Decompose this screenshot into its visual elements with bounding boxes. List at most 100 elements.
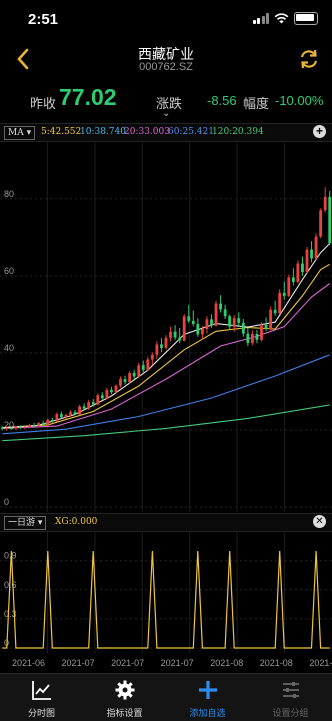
candle-body — [219, 303, 222, 310]
candle-body — [46, 419, 50, 425]
candle-body — [223, 309, 227, 317]
candle-body — [241, 322, 245, 334]
y-tick-label: 0.9 — [4, 551, 17, 561]
x-tick-label: 2021-0 — [309, 658, 332, 668]
candle-body — [9, 428, 13, 430]
add-indicator-button[interactable]: + — [313, 125, 326, 138]
candle-body — [160, 344, 163, 348]
candle-body — [210, 319, 213, 326]
candle-body — [64, 414, 68, 418]
tab-timeshare[interactable]: 分时图 — [0, 674, 83, 721]
candle-body — [28, 424, 31, 427]
refresh-icon — [300, 49, 318, 69]
candle-body — [82, 406, 86, 409]
candle-body — [237, 318, 241, 323]
sub-indicator-label: 一日游 — [8, 518, 36, 528]
candle-body — [132, 372, 136, 377]
bottom-tab-bar: 分时图 指标设置 添加自选 设置分组 — [0, 673, 332, 721]
status-icons — [252, 12, 318, 25]
chevron-down-icon[interactable]: ⌄ — [162, 108, 170, 119]
prev-close-value: 77.02 — [59, 84, 117, 110]
candle-body — [110, 389, 113, 393]
candle-body — [319, 210, 323, 237]
ma10-value: 10:38.740 — [80, 127, 126, 137]
candle-body — [287, 277, 291, 296]
x-tick-label: 2021-08 — [260, 658, 293, 668]
sliders-icon — [282, 682, 299, 698]
ma120-line — [2, 404, 330, 442]
tab-add-watchlist[interactable]: 添加自选 — [166, 674, 249, 721]
close-indicator-button[interactable]: ✕ — [313, 515, 326, 528]
refresh-button[interactable] — [296, 46, 322, 72]
ma20-value: 20:33.003 — [124, 127, 170, 137]
candle-body — [260, 324, 263, 340]
candle-body — [191, 320, 195, 324]
candle-body — [23, 426, 27, 428]
wifi-icon — [274, 13, 289, 24]
tab-label: 设置分组 — [272, 708, 309, 718]
pct-value: -10.00% — [275, 93, 324, 108]
stock-code: 000762.SZ — [139, 61, 193, 73]
y-tick-label: 80 — [4, 189, 14, 199]
x-tick-label: 2021-07 — [62, 658, 95, 668]
candle-body — [301, 263, 304, 272]
candle-body — [214, 303, 218, 326]
candle-body — [37, 423, 41, 426]
candle-body — [123, 379, 127, 383]
candle-body — [246, 333, 250, 343]
candle-body — [128, 372, 132, 383]
candle-body — [232, 318, 236, 327]
candle-body — [5, 428, 9, 430]
candle-body — [182, 316, 186, 341]
candle-body — [228, 316, 232, 327]
candle-body — [173, 331, 177, 338]
main-indicator-select[interactable]: MA ▾ — [4, 126, 36, 140]
plus-icon: + — [315, 124, 323, 138]
candle-body — [87, 402, 91, 409]
tab-label: 指标设置 — [106, 708, 143, 718]
candle-body — [314, 236, 318, 259]
candle-body — [305, 249, 309, 272]
tab-indicator-settings[interactable]: 指标设置 — [83, 674, 166, 721]
pct-label: 幅度 — [243, 96, 270, 111]
candle-body — [187, 316, 191, 321]
candle-body — [105, 389, 109, 399]
candle-body — [100, 395, 104, 399]
candle-body — [205, 319, 209, 330]
candle-body — [178, 337, 182, 341]
x-tick-label: 2021-07 — [111, 658, 144, 668]
x-tick-label: 2021-08 — [210, 658, 243, 668]
x-tick-label: 2021-06 — [12, 658, 45, 668]
candle-body — [255, 334, 259, 340]
prev-close-label: 昨收 — [30, 96, 57, 111]
candle-body — [323, 196, 327, 211]
candle-body — [269, 309, 273, 330]
candle-body — [264, 324, 268, 330]
sub-indicator-select[interactable]: 一日游 ▾ — [4, 516, 47, 530]
tab-set-group[interactable]: 设置分组 — [249, 674, 332, 721]
candle-body — [137, 365, 141, 377]
quote-row: 昨收 77.02 涨跌 ⌄ -8.56 幅度 -10.00% — [0, 84, 332, 119]
candle-body — [169, 331, 172, 338]
candle-body — [296, 263, 300, 283]
kline-chart[interactable]: 806040200 — [0, 141, 332, 512]
y-tick-label: 60 — [4, 266, 14, 276]
candle-body — [150, 354, 154, 360]
ma-indicator-bar: MA ▾ 5:42.552 10:38.740 20:33.003 60:25.… — [0, 123, 332, 142]
xg-value: XG:0.000 — [55, 517, 98, 527]
line-chart-icon — [31, 681, 51, 700]
candle-body — [91, 402, 95, 405]
candle-body — [41, 423, 45, 425]
candle-body — [32, 424, 36, 426]
candle-body — [164, 337, 168, 348]
candle-body — [328, 196, 332, 244]
candle-body — [73, 412, 77, 415]
change-value: -8.56 — [207, 93, 237, 108]
xg-chart[interactable]: 0.90.60.302021-06 2021-07 2021-07 2021-07 20… — [0, 531, 332, 672]
x-tick-label: 2021-07 — [161, 658, 194, 668]
candle-body — [0, 427, 4, 429]
candle-body — [282, 292, 286, 296]
candle-body — [196, 324, 200, 335]
candle-body — [14, 426, 18, 429]
candle-body — [50, 419, 54, 422]
